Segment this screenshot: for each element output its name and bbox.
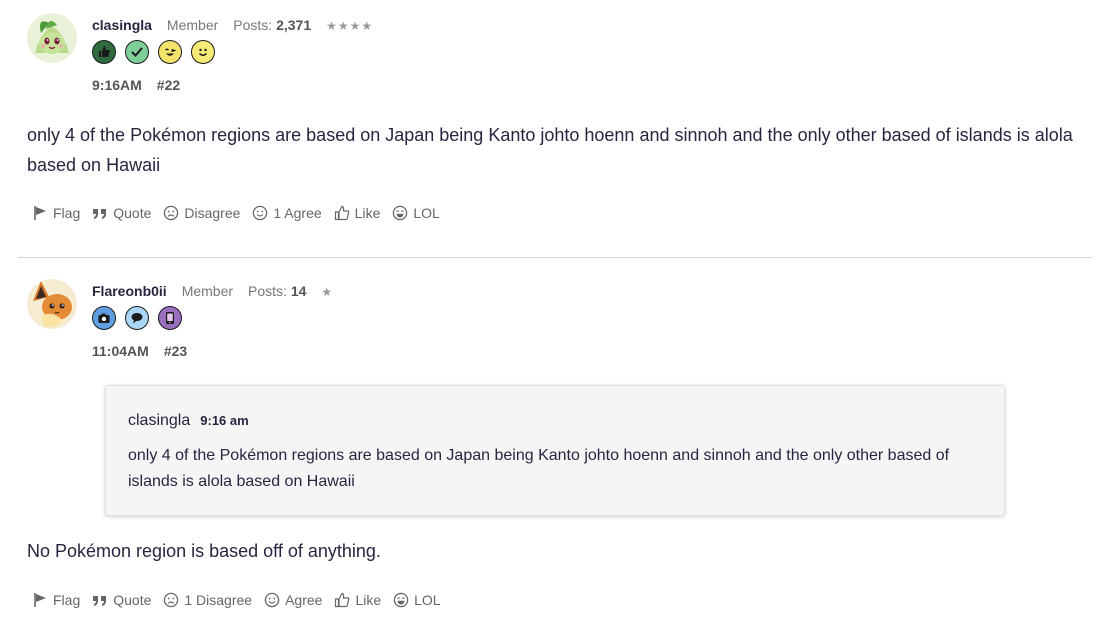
post-number[interactable]: #23 bbox=[164, 343, 187, 359]
post-23: Flareonb0ii Member Posts: 14 ★ 11:04AM #… bbox=[0, 0, 1096, 631]
flag-icon bbox=[34, 593, 46, 607]
post-time[interactable]: 11:04AM bbox=[92, 343, 149, 359]
quote-icon bbox=[93, 596, 107, 606]
quote-label: Quote bbox=[113, 592, 152, 608]
post-count: Posts: 14 bbox=[248, 283, 307, 299]
thumbs-up-icon bbox=[335, 592, 350, 608]
quote-author[interactable]: clasingla bbox=[128, 412, 190, 430]
post-actions: Flag Quote 1 Disagree Agree Like LOL bbox=[32, 592, 453, 608]
quote-header: clasingla 9:16 am bbox=[128, 412, 249, 430]
agree-button[interactable]: Agree bbox=[264, 592, 322, 608]
lol-button[interactable]: LOL bbox=[393, 592, 441, 608]
laugh-icon bbox=[393, 592, 409, 608]
quote-text: only 4 of the Pokémon regions are based … bbox=[128, 447, 950, 490]
like-button[interactable]: Like bbox=[334, 592, 381, 608]
user-role: Member bbox=[181, 283, 234, 299]
quote-block: clasingla 9:16 am only 4 of the Pokémon … bbox=[105, 385, 1005, 516]
quote-button[interactable]: Quote bbox=[92, 592, 151, 608]
username[interactable]: Flareonb0ii bbox=[92, 283, 167, 299]
camera-badge-icon[interactable] bbox=[92, 306, 116, 330]
disagree-label: 1 Disagree bbox=[184, 592, 253, 608]
badge-row bbox=[92, 306, 182, 330]
quote-time[interactable]: 9:16 am bbox=[200, 413, 248, 428]
phone-badge-icon[interactable] bbox=[158, 306, 182, 330]
post-body: No Pokémon region is based off of anythi… bbox=[27, 541, 381, 561]
flag-label: Flag bbox=[53, 592, 81, 608]
rank-stars: ★ bbox=[321, 285, 334, 299]
user-meta: Flareonb0ii Member Posts: 14 ★ bbox=[92, 283, 333, 299]
lol-label: LOL bbox=[414, 592, 441, 608]
speech-bubble-badge-icon[interactable] bbox=[125, 306, 149, 330]
frown-icon bbox=[164, 592, 179, 608]
smile-icon bbox=[264, 592, 280, 608]
avatar-flareonb0ii[interactable] bbox=[27, 279, 77, 329]
like-label: Like bbox=[355, 592, 382, 608]
post-stamp: 11:04AM #23 bbox=[92, 343, 187, 359]
flag-button[interactable]: Flag bbox=[32, 592, 80, 608]
agree-label: Agree bbox=[285, 592, 323, 608]
disagree-button[interactable]: 1 Disagree bbox=[163, 592, 252, 608]
